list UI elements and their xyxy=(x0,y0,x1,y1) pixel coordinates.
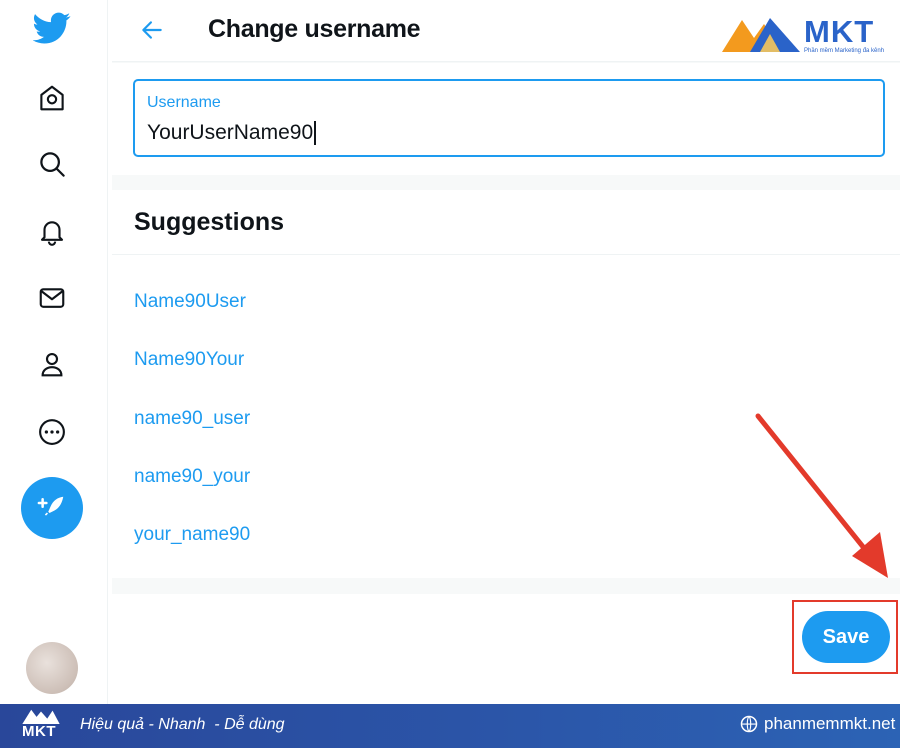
mountain-logo-icon xyxy=(722,18,800,52)
banner-website[interactable]: phanmemmkt.net xyxy=(740,714,895,734)
username-text: YourUserName90 xyxy=(147,121,314,144)
banner-mountain-icon xyxy=(22,709,60,724)
globe-icon xyxy=(740,715,758,733)
suggestion-item[interactable]: Name90User xyxy=(134,291,246,313)
back-button[interactable] xyxy=(136,14,168,46)
suggestions-title: Suggestions xyxy=(134,208,285,236)
mkt-tagline: Phần mềm Marketing đa kênh xyxy=(804,48,885,54)
save-highlight-box: Save xyxy=(792,600,898,674)
avatar[interactable] xyxy=(26,642,78,694)
compose-tweet-button[interactable] xyxy=(21,477,83,539)
text-caret xyxy=(314,121,316,145)
divider xyxy=(112,254,900,255)
header: Change username MKT Phần mềm Marketing đ… xyxy=(112,0,900,62)
mkt-logo: MKT Phần mềm Marketing đa kênh xyxy=(720,12,892,56)
page-title: Change username xyxy=(208,15,421,43)
compose-tweet-icon xyxy=(37,496,64,516)
banner-logo: MKT xyxy=(18,708,64,744)
mail-icon[interactable] xyxy=(30,276,74,320)
mkt-brand-name: MKT xyxy=(804,14,875,49)
more-icon[interactable] xyxy=(30,410,74,454)
username-value[interactable]: YourUserName90 xyxy=(147,121,316,145)
username-input[interactable]: Username YourUserName90 xyxy=(133,79,885,157)
red-arrow-annotation xyxy=(755,413,888,578)
back-arrow-icon xyxy=(142,21,162,39)
banner-slogan: Hiệu quả - Nhanh - Dễ dùng xyxy=(80,716,285,733)
home-icon[interactable] xyxy=(30,76,74,120)
actions-bar: Save xyxy=(112,594,900,704)
suggestion-item[interactable]: Name90Your xyxy=(134,349,244,371)
save-button[interactable]: Save xyxy=(802,611,890,663)
search-icon[interactable] xyxy=(30,142,74,186)
bell-icon[interactable] xyxy=(30,209,74,253)
banner-logo-text: MKT xyxy=(22,723,56,740)
bottom-banner: MKT Hiệu quả - Nhanh - Dễ dùng phanmemmk… xyxy=(0,704,900,748)
profile-icon[interactable] xyxy=(30,342,74,386)
suggestion-item[interactable]: name90_your xyxy=(134,466,250,488)
suggestion-item[interactable]: name90_user xyxy=(134,408,250,430)
suggestion-item[interactable]: your_name90 xyxy=(134,524,250,546)
username-section: Username YourUserName90 xyxy=(112,63,900,175)
username-label: Username xyxy=(147,94,221,111)
main-column: Change username MKT Phần mềm Marketing đ… xyxy=(112,0,900,704)
twitter-bird-icon[interactable] xyxy=(30,6,74,50)
banner-website-text: phanmemmkt.net xyxy=(764,714,896,733)
sidebar xyxy=(0,0,108,704)
